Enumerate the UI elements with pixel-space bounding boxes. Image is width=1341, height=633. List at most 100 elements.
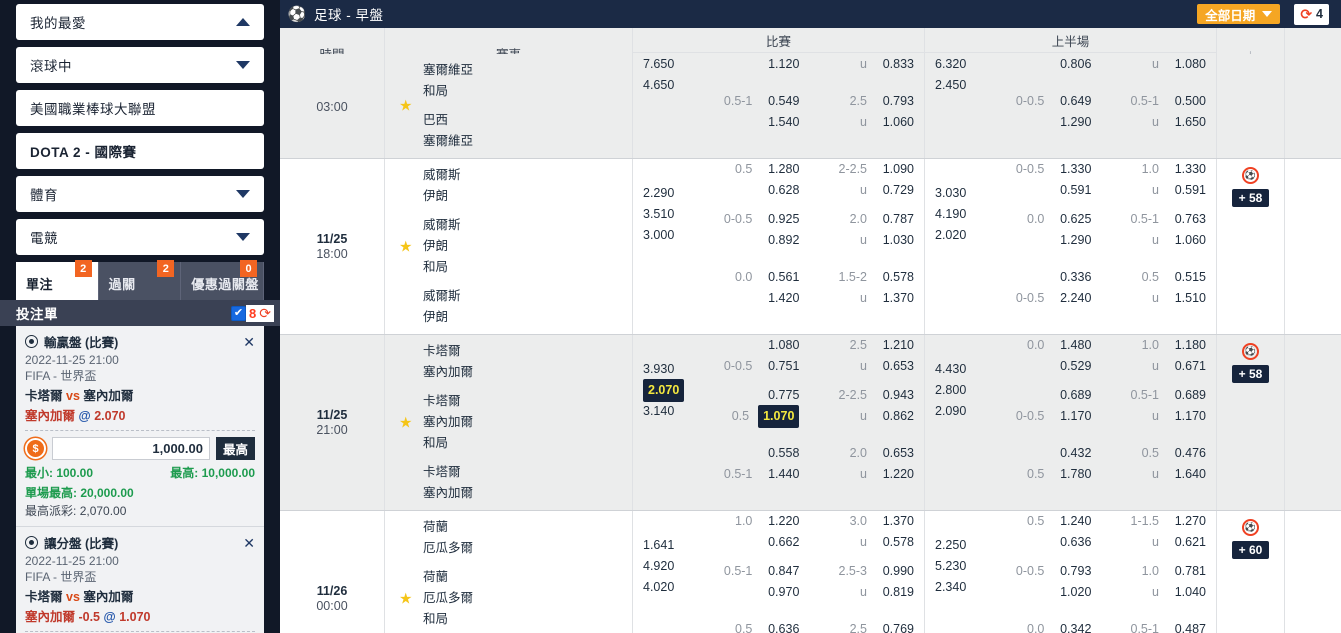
close-icon[interactable]: ✕ <box>243 536 255 550</box>
odds-value-1x2[interactable]: 2.450 <box>935 75 973 96</box>
odds-value[interactable]: 1.640 <box>1168 464 1206 485</box>
odds-value[interactable]: 0.476 <box>1168 443 1206 464</box>
odds-value[interactable]: 0.515 <box>1168 267 1206 288</box>
odds-value[interactable]: 0.970 <box>761 582 799 603</box>
sidebar-item-favorites[interactable]: 我的最愛 <box>16 4 264 40</box>
tab-bonus-parlay[interactable]: 優惠過關盤 0 <box>181 262 264 300</box>
stake-input[interactable]: 1,000.00 <box>52 437 210 460</box>
odds-value-1x2[interactable]: 2.070 <box>643 379 684 402</box>
odds-value[interactable]: 0.769 <box>876 619 914 633</box>
odds-value[interactable]: 0.689 <box>1168 385 1206 406</box>
odds-value[interactable]: 1.080 <box>761 335 799 356</box>
odds-value[interactable]: 1.170 <box>1053 406 1091 427</box>
date-filter-button[interactable]: 全部日期 <box>1197 4 1280 24</box>
odds-value[interactable]: 1.440 <box>761 464 799 485</box>
odds-value[interactable]: 0.990 <box>876 561 914 582</box>
odds-value-1x2[interactable]: 3.030 <box>935 183 973 204</box>
odds-value[interactable]: 1.090 <box>876 159 914 180</box>
odds-value-1x2[interactable]: 1.641 <box>643 535 681 556</box>
sidebar-item-live[interactable]: 滾球中 <box>16 47 264 83</box>
odds-value-1x2[interactable]: 3.510 <box>643 204 681 225</box>
sidebar-item-dota2[interactable]: DOTA 2 - 國際賽 <box>16 133 264 169</box>
odds-value[interactable]: 0.625 <box>1053 209 1091 230</box>
odds-value[interactable]: 1.270 <box>1168 511 1206 532</box>
odds-value[interactable]: 0.591 <box>1053 180 1091 201</box>
odds-value[interactable]: 0.793 <box>876 91 914 112</box>
odds-value-1x2[interactable]: 4.190 <box>935 204 973 225</box>
odds-value[interactable]: 0.578 <box>876 267 914 288</box>
odds-value[interactable]: 1.650 <box>1168 112 1206 133</box>
odds-value[interactable]: 0.662 <box>761 532 799 553</box>
sidebar-item-esports[interactable]: 電競 <box>16 219 264 255</box>
odds-value-1x2[interactable]: 4.650 <box>643 75 681 96</box>
odds-value[interactable]: 0.432 <box>1053 443 1091 464</box>
refresh-button[interactable]: ⟳ 4 <box>1294 4 1329 25</box>
odds-value[interactable]: 0.671 <box>1168 356 1206 377</box>
odds-value-1x2[interactable]: 5.230 <box>935 556 973 577</box>
odds-value[interactable]: 0.636 <box>761 619 799 633</box>
odds-value[interactable]: 1.080 <box>1168 54 1206 75</box>
odds-value[interactable]: 1.060 <box>876 112 914 133</box>
odds-value[interactable]: 0.943 <box>876 385 914 406</box>
odds-value-1x2[interactable]: 2.340 <box>935 577 973 598</box>
max-stake-button[interactable]: 最高 <box>216 437 255 460</box>
odds-value[interactable]: 0.862 <box>876 406 914 427</box>
odds-value[interactable]: 0.529 <box>1053 356 1091 377</box>
odds-value[interactable]: 0.819 <box>876 582 914 603</box>
odds-value[interactable]: 1.020 <box>1053 582 1091 603</box>
tab-single[interactable]: 單注 2 <box>16 262 99 300</box>
odds-value-1x2[interactable]: 6.320 <box>935 54 973 75</box>
odds-value-1x2[interactable]: 7.650 <box>643 54 681 75</box>
odds-value[interactable]: 0.806 <box>1053 54 1091 75</box>
odds-value[interactable]: 0.500 <box>1168 91 1206 112</box>
odds-value[interactable]: 0.336 <box>1053 267 1091 288</box>
refresh-icon[interactable]: ⟳ <box>259 305 274 322</box>
odds-value[interactable]: 1.120 <box>761 54 799 75</box>
odds-value[interactable]: 1.780 <box>1053 464 1091 485</box>
odds-value[interactable]: 0.578 <box>876 532 914 553</box>
more-markets-badge[interactable]: + 60 <box>1232 541 1270 559</box>
odds-value[interactable]: 1.030 <box>876 230 914 251</box>
odds-value[interactable]: 0.787 <box>876 209 914 230</box>
odds-value-1x2[interactable]: 4.430 <box>935 359 973 380</box>
odds-value-1x2[interactable]: 2.800 <box>935 380 973 401</box>
odds-value[interactable]: 0.628 <box>761 180 799 201</box>
odds-value-1x2[interactable]: 4.020 <box>643 577 681 598</box>
favorite-star-icon[interactable]: ★ <box>399 99 412 114</box>
odds-value[interactable]: 0.649 <box>1053 91 1091 112</box>
odds-value[interactable]: 1.060 <box>1168 230 1206 251</box>
sidebar-item-sports[interactable]: 體育 <box>16 176 264 212</box>
odds-value[interactable]: 1.330 <box>1168 159 1206 180</box>
favorite-star-icon[interactable]: ★ <box>399 591 412 606</box>
odds-value[interactable]: 1.040 <box>1168 582 1206 603</box>
odds-value[interactable]: 0.621 <box>1168 532 1206 553</box>
odds-value[interactable]: 1.290 <box>1053 230 1091 251</box>
odds-value[interactable]: 0.763 <box>1168 209 1206 230</box>
odds-value[interactable]: 1.180 <box>1168 335 1206 356</box>
accept-odds-checkbox[interactable]: ✔ <box>231 306 246 321</box>
odds-value-1x2[interactable]: 2.290 <box>643 183 681 204</box>
odds-value[interactable]: 0.793 <box>1053 561 1091 582</box>
odds-value[interactable]: 1.170 <box>1168 406 1206 427</box>
odds-value[interactable]: 0.591 <box>1168 180 1206 201</box>
odds-value[interactable]: 1.210 <box>876 335 914 356</box>
odds-value[interactable]: 1.290 <box>1053 112 1091 133</box>
odds-value[interactable]: 1.280 <box>761 159 799 180</box>
close-icon[interactable]: ✕ <box>243 335 255 349</box>
odds-value[interactable]: 0.892 <box>761 230 799 251</box>
odds-value[interactable]: 0.925 <box>761 209 799 230</box>
odds-value[interactable]: 1.220 <box>761 511 799 532</box>
favorite-star-icon[interactable]: ★ <box>399 239 412 254</box>
odds-value-1x2[interactable]: 2.020 <box>935 225 973 246</box>
odds-value[interactable]: 0.636 <box>1053 532 1091 553</box>
odds-value[interactable]: 0.775 <box>761 385 799 406</box>
odds-value[interactable]: 0.549 <box>761 91 799 112</box>
odds-value[interactable]: 0.487 <box>1168 619 1206 633</box>
chevron-down-icon[interactable] <box>236 190 250 198</box>
odds-value[interactable]: 1.420 <box>761 288 799 309</box>
tab-parlay[interactable]: 過關 2 <box>99 262 182 300</box>
favorite-star-icon[interactable]: ★ <box>399 415 412 430</box>
odds-value-1x2[interactable]: 2.250 <box>935 535 973 556</box>
odds-value[interactable]: 1.240 <box>1053 511 1091 532</box>
odds-value-1x2[interactable]: 3.000 <box>643 225 681 246</box>
